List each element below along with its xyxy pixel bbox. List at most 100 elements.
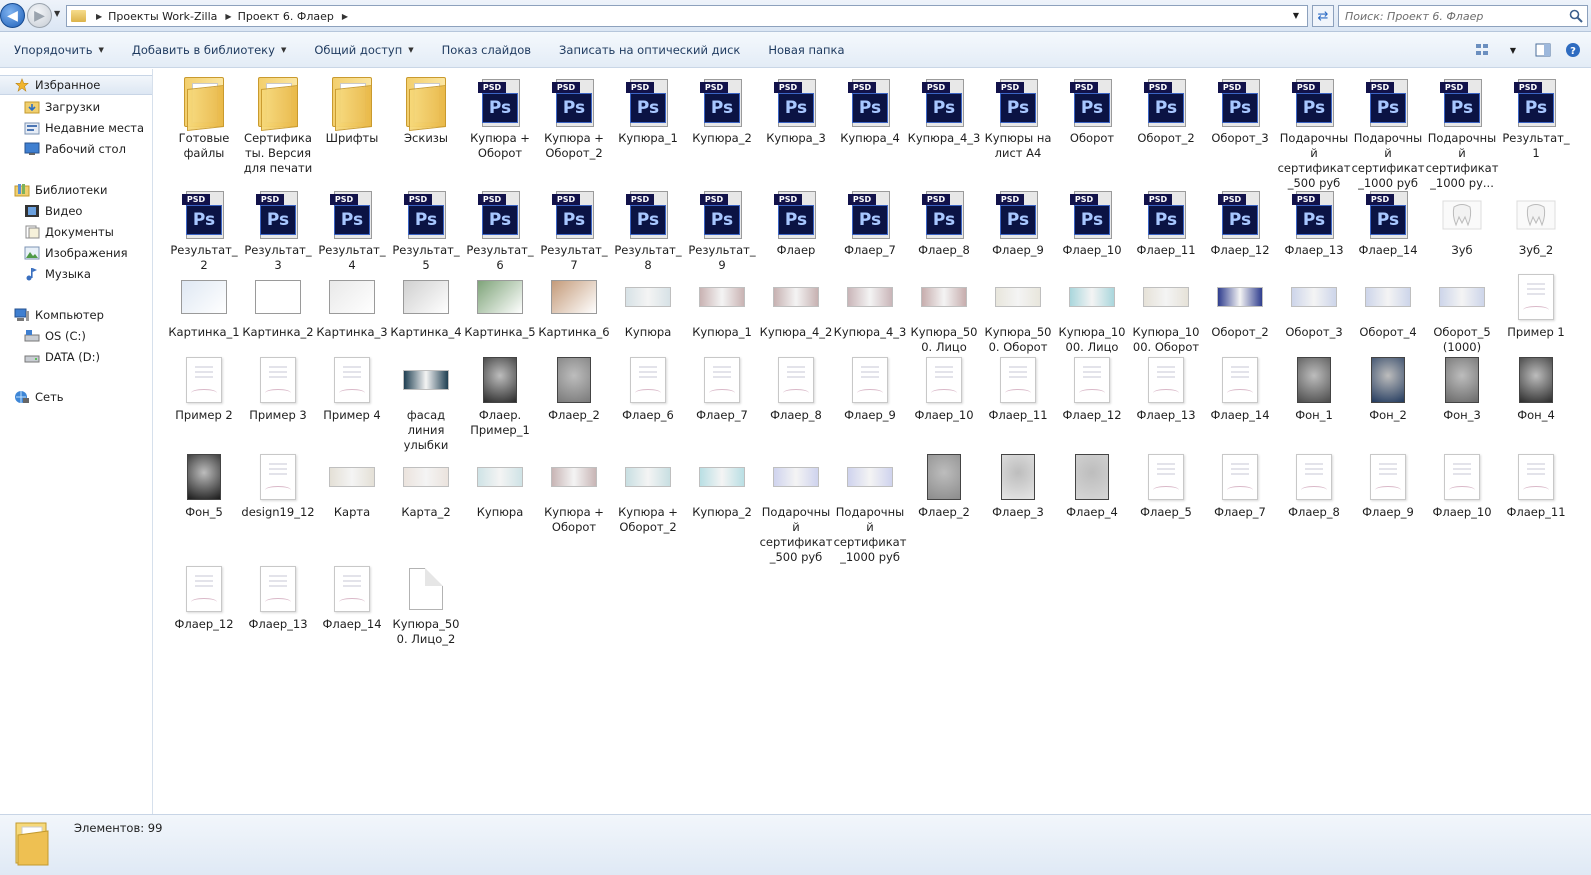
nav-item-drive-d[interactable]: DATA (D:): [24, 347, 100, 367]
file-item[interactable]: фасад линия улыбки: [389, 352, 463, 453]
path-dropdown-icon[interactable]: ▼: [1293, 11, 1299, 20]
nav-item-music[interactable]: Музыка: [24, 264, 91, 284]
file-item[interactable]: PSD Ps Результат_2: [167, 187, 241, 273]
file-item[interactable]: PSD Ps Флаер_12: [1203, 187, 1277, 258]
file-item[interactable]: PSD Ps Оборот_3: [1203, 75, 1277, 146]
file-item[interactable]: PSD Ps Флаер: [759, 187, 833, 258]
help-button[interactable]: ?: [1563, 40, 1583, 60]
new-folder-button[interactable]: Новая папка: [754, 43, 858, 57]
file-item[interactable]: Купюра: [463, 449, 537, 520]
file-item[interactable]: Флаер_6: [611, 352, 685, 423]
file-item[interactable]: Картинка_6: [537, 269, 611, 340]
file-item[interactable]: Флаер_9: [1351, 449, 1425, 520]
file-item[interactable]: Купюра_500. Оборот: [981, 269, 1055, 355]
file-item[interactable]: Картинка_3: [315, 269, 389, 340]
file-item[interactable]: Флаер_9: [833, 352, 907, 423]
nav-item-documents[interactable]: Документы: [24, 222, 114, 242]
organize-button[interactable]: Упорядочить ▼: [0, 43, 118, 57]
nav-item-images[interactable]: Изображения: [24, 243, 128, 263]
chevron-right-icon[interactable]: ▶: [342, 12, 348, 21]
file-item[interactable]: Фон_1: [1277, 352, 1351, 423]
file-item[interactable]: PSD Ps Оборот_2: [1129, 75, 1203, 146]
slideshow-button[interactable]: Показ слайдов: [428, 43, 545, 57]
file-item[interactable]: Шрифты: [315, 75, 389, 146]
file-item[interactable]: PSD Ps Подарочный сертификат_1000 руб: [1351, 75, 1425, 191]
file-item[interactable]: PSD Ps Оборот: [1055, 75, 1129, 146]
nav-item-libraries[interactable]: Библиотеки: [14, 180, 108, 200]
file-item[interactable]: PSD Ps Купюры на лист А4: [981, 75, 1055, 161]
file-item[interactable]: Зуб: [1425, 187, 1499, 258]
file-item[interactable]: Купюра_2: [685, 449, 759, 520]
nav-item-recent[interactable]: Недавние места: [24, 118, 144, 138]
file-item[interactable]: Флаер_12: [1055, 352, 1129, 423]
file-item[interactable]: Флаер_2: [907, 449, 981, 520]
file-item[interactable]: Флаер_13: [241, 561, 315, 632]
file-item[interactable]: Флаер_8: [1277, 449, 1351, 520]
file-item[interactable]: Фон_4: [1499, 352, 1573, 423]
file-item[interactable]: Флаер_5: [1129, 449, 1203, 520]
file-item[interactable]: PSD Ps Результат_5: [389, 187, 463, 273]
file-item[interactable]: Флаер_4: [1055, 449, 1129, 520]
back-button[interactable]: ◀: [0, 3, 25, 28]
file-item[interactable]: Эскизы: [389, 75, 463, 146]
file-item[interactable]: design19_12: [241, 449, 315, 520]
chevron-right-icon[interactable]: ▶: [225, 12, 231, 21]
file-item[interactable]: Флаер_10: [907, 352, 981, 423]
file-item[interactable]: PSD Ps Подарочный сертификат_1000 ру...: [1425, 75, 1499, 191]
chevron-right-icon[interactable]: ▶: [96, 12, 102, 21]
file-item[interactable]: Пример 4: [315, 352, 389, 423]
file-item[interactable]: PSD Ps Купюра_2: [685, 75, 759, 146]
file-item[interactable]: Оборот_4: [1351, 269, 1425, 340]
nav-item-video[interactable]: Видео: [24, 201, 82, 221]
file-item[interactable]: PSD Ps Результат_4: [315, 187, 389, 273]
file-item[interactable]: Купюра: [611, 269, 685, 340]
file-item[interactable]: PSD Ps Результат_9: [685, 187, 759, 273]
file-item[interactable]: PSD Ps Результат_6: [463, 187, 537, 273]
file-item[interactable]: Купюра_1000. Оборот: [1129, 269, 1203, 355]
preview-pane-button[interactable]: [1533, 40, 1553, 60]
file-item[interactable]: PSD Ps Флаер_8: [907, 187, 981, 258]
file-item[interactable]: Купюра_4_2: [759, 269, 833, 340]
file-item[interactable]: Картинка_1: [167, 269, 241, 340]
forward-button[interactable]: ▶: [27, 3, 52, 28]
file-item[interactable]: PSD Ps Флаер_9: [981, 187, 1055, 258]
file-item[interactable]: Оборот_3: [1277, 269, 1351, 340]
search-icon[interactable]: [1569, 9, 1583, 23]
file-item[interactable]: Купюра + Оборот: [537, 449, 611, 535]
file-item[interactable]: PSD Ps Купюра_4: [833, 75, 907, 146]
file-item[interactable]: Карта_2: [389, 449, 463, 520]
file-item[interactable]: Флаер_3: [981, 449, 1055, 520]
file-item[interactable]: PSD Ps Результат_3: [241, 187, 315, 273]
file-item[interactable]: PSD Ps Подарочный сертификат_500 руб: [1277, 75, 1351, 191]
file-item[interactable]: Флаер_11: [981, 352, 1055, 423]
file-item[interactable]: Фон_3: [1425, 352, 1499, 423]
file-item[interactable]: Флаер_14: [315, 561, 389, 632]
nav-item-desktop[interactable]: Рабочий стол: [24, 139, 126, 159]
file-item[interactable]: Флаер_10: [1425, 449, 1499, 520]
file-item[interactable]: Флаер_7: [685, 352, 759, 423]
view-dropdown-icon[interactable]: ▼: [1503, 40, 1523, 60]
file-item[interactable]: PSD Ps Флаер_14: [1351, 187, 1425, 258]
file-item[interactable]: Картинка_5: [463, 269, 537, 340]
file-item[interactable]: Сертификаты. Версия для печати: [241, 75, 315, 176]
file-item[interactable]: Купюра + Оборот_2: [611, 449, 685, 535]
file-item[interactable]: Фон_5: [167, 449, 241, 520]
file-item[interactable]: Фон_2: [1351, 352, 1425, 423]
nav-item-network[interactable]: Сеть: [14, 387, 64, 407]
add-to-library-button[interactable]: Добавить в библиотеку ▼: [118, 43, 300, 57]
file-item[interactable]: Карта: [315, 449, 389, 520]
file-item[interactable]: Флаер_11: [1499, 449, 1573, 520]
file-item[interactable]: Зуб_2: [1499, 187, 1573, 258]
nav-item-computer[interactable]: Компьютер: [14, 305, 104, 325]
nav-item-favorites[interactable]: Избранное: [0, 75, 152, 95]
file-item[interactable]: Купюра_1000. Лицо: [1055, 269, 1129, 355]
breadcrumb-item[interactable]: Проект 6. Флаер: [238, 10, 334, 23]
file-item[interactable]: Флаер_8: [759, 352, 833, 423]
file-item[interactable]: Пример 2: [167, 352, 241, 423]
search-input[interactable]: [1345, 9, 1555, 23]
file-item[interactable]: PSD Ps Купюра + Оборот: [463, 75, 537, 161]
search-box[interactable]: [1338, 5, 1588, 27]
file-item[interactable]: Флаер. Пример_1: [463, 352, 537, 438]
nav-item-downloads[interactable]: Загрузки: [24, 97, 100, 117]
file-item[interactable]: Флаер_13: [1129, 352, 1203, 423]
